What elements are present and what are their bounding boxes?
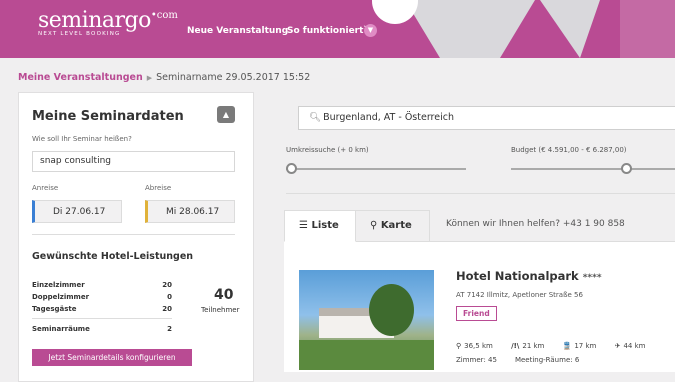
list-icon: ☰ [299, 220, 312, 231]
chevron-right-icon: ▶ [146, 74, 153, 82]
search-value: Burgenland, AT - Österreich [323, 112, 454, 123]
distance-value: 17 km [574, 342, 597, 350]
logo-sup: •com [150, 10, 178, 21]
nav-new-event[interactable]: Neue Veranstaltung [187, 26, 288, 36]
friend-badge: Friend [456, 306, 497, 321]
breadcrumb-my-events[interactable]: Meine Veranstaltungen [18, 72, 143, 83]
breadcrumb-current: Seminarname 29.05.2017 15:52 [156, 72, 311, 83]
help-phone-text: Können wir Ihnen helfen? +43 1 90 858 [446, 219, 625, 229]
plane-icon: ✈ [614, 342, 621, 350]
services-title: Gewünschte Hotel-Leistungen [32, 251, 194, 262]
participants-count: 40 [214, 287, 234, 303]
service-label: Tagesgäste [32, 305, 77, 313]
chevron-down-icon[interactable]: ▼ [364, 24, 377, 37]
service-label: Einzelzimmer [32, 281, 85, 289]
header-decoration [405, 0, 535, 58]
service-label: Seminarräume [32, 325, 90, 333]
rooms-row: Zimmer: 45 Meeting-Räume: 6 [456, 356, 597, 364]
tab-label: Liste [311, 220, 339, 231]
collapse-up-icon[interactable]: ▲ [217, 106, 235, 123]
distance-item: /!\ 21 km [511, 342, 552, 350]
distance-item: ✈ 44 km [615, 342, 654, 350]
top-navigation-bar: seminargo•com NEXT LEVEL BOOKING Neue Ve… [0, 0, 675, 58]
rooms-count: Zimmer: 45 [456, 356, 497, 364]
distance-value: 21 km [522, 342, 545, 350]
meeting-rooms-count: Meeting-Räume: 6 [514, 356, 580, 364]
configure-seminar-button[interactable]: Jetzt Seminardetails konfigurieren [32, 349, 192, 366]
distance-value: 36,5 km [464, 342, 493, 350]
service-value: 20 [162, 305, 172, 313]
tab-list[interactable]: ☰ Liste [284, 210, 356, 242]
panel-title: Meine Seminardaten [32, 109, 184, 124]
radius-slider-track[interactable] [286, 168, 466, 170]
distance-row: ⚲ 36,5 km /!\ 21 km 🚆 17 km ✈ 44 km [456, 342, 661, 350]
arrival-label: Anreise [32, 184, 59, 192]
tab-label: Karte [380, 220, 412, 231]
location-icon: ⚲ [456, 342, 462, 350]
participants-label: Teilnehmer [201, 306, 240, 314]
service-row: Doppelzimmer 0 [32, 293, 172, 301]
breadcrumb: Meine Veranstaltungen ▶ Seminarname 29.05.… [18, 72, 310, 83]
seminargo-logo[interactable]: seminargo•com NEXT LEVEL BOOKING [38, 8, 178, 37]
hotel-name-text: Hotel Nationalpark [456, 269, 579, 283]
divider [32, 234, 235, 235]
budget-slider-handle[interactable] [621, 163, 632, 174]
hotel-photo[interactable] [299, 270, 434, 370]
logo-word: seminargo [38, 8, 151, 33]
photo-tree [369, 284, 414, 336]
service-value: 0 [167, 293, 172, 301]
divider [32, 318, 172, 319]
radius-slider-handle[interactable] [286, 163, 297, 174]
service-row: Seminarräume 2 [32, 325, 172, 333]
service-row: Tagesgäste 20 [32, 305, 172, 313]
train-icon: 🚆 [562, 342, 572, 350]
distance-value: 44 km [623, 342, 646, 350]
hotel-result-card[interactable]: Hotel Nationalpark **** AT 7142 Illmitz, … [284, 242, 675, 372]
search-icon: 🔍︎ [309, 112, 322, 123]
road-icon: /!\ [511, 342, 520, 350]
divider [286, 193, 675, 194]
tab-map[interactable]: ⚲ Karte [356, 210, 430, 242]
hotel-name[interactable]: Hotel Nationalpark **** [456, 269, 602, 283]
seminar-name-input[interactable]: snap consulting [32, 151, 235, 172]
seminar-data-panel: Meine Seminardaten ▲ Wie soll Ihr Semina… [18, 92, 254, 382]
service-label: Doppelzimmer [32, 293, 90, 301]
seminar-name-label: Wie soll Ihr Seminar heißen? [32, 135, 132, 143]
departure-date-picker[interactable]: Mi 28.06.17 [145, 200, 235, 223]
hotel-address: AT 7142 Illmitz, Apetloner Straße 56 [456, 291, 583, 299]
nav-how-it-works[interactable]: So funktioniert`s [287, 26, 373, 36]
budget-slider-track[interactable] [511, 168, 675, 170]
service-value: 20 [162, 281, 172, 289]
radius-label: Umkreissuche (+ 0 km) [286, 146, 369, 154]
distance-item: 🚆 17 km [563, 342, 605, 350]
header-decoration [540, 0, 600, 58]
budget-label: Budget (€ 4.591,00 - € 6.287,00) [511, 146, 627, 154]
service-row: Einzelzimmer 20 [32, 281, 172, 289]
hotel-stars: **** [582, 273, 602, 283]
photo-grass [299, 340, 434, 370]
header-decoration [620, 0, 675, 58]
distance-item: ⚲ 36,5 km [456, 342, 501, 350]
location-search-input[interactable]: 🔍︎ Burgenland, AT - Österreich [298, 106, 675, 130]
departure-label: Abreise [145, 184, 172, 192]
service-value: 2 [167, 325, 172, 333]
arrival-date-picker[interactable]: Di 27.06.17 [32, 200, 122, 223]
map-pin-icon: ⚲ [370, 220, 381, 231]
